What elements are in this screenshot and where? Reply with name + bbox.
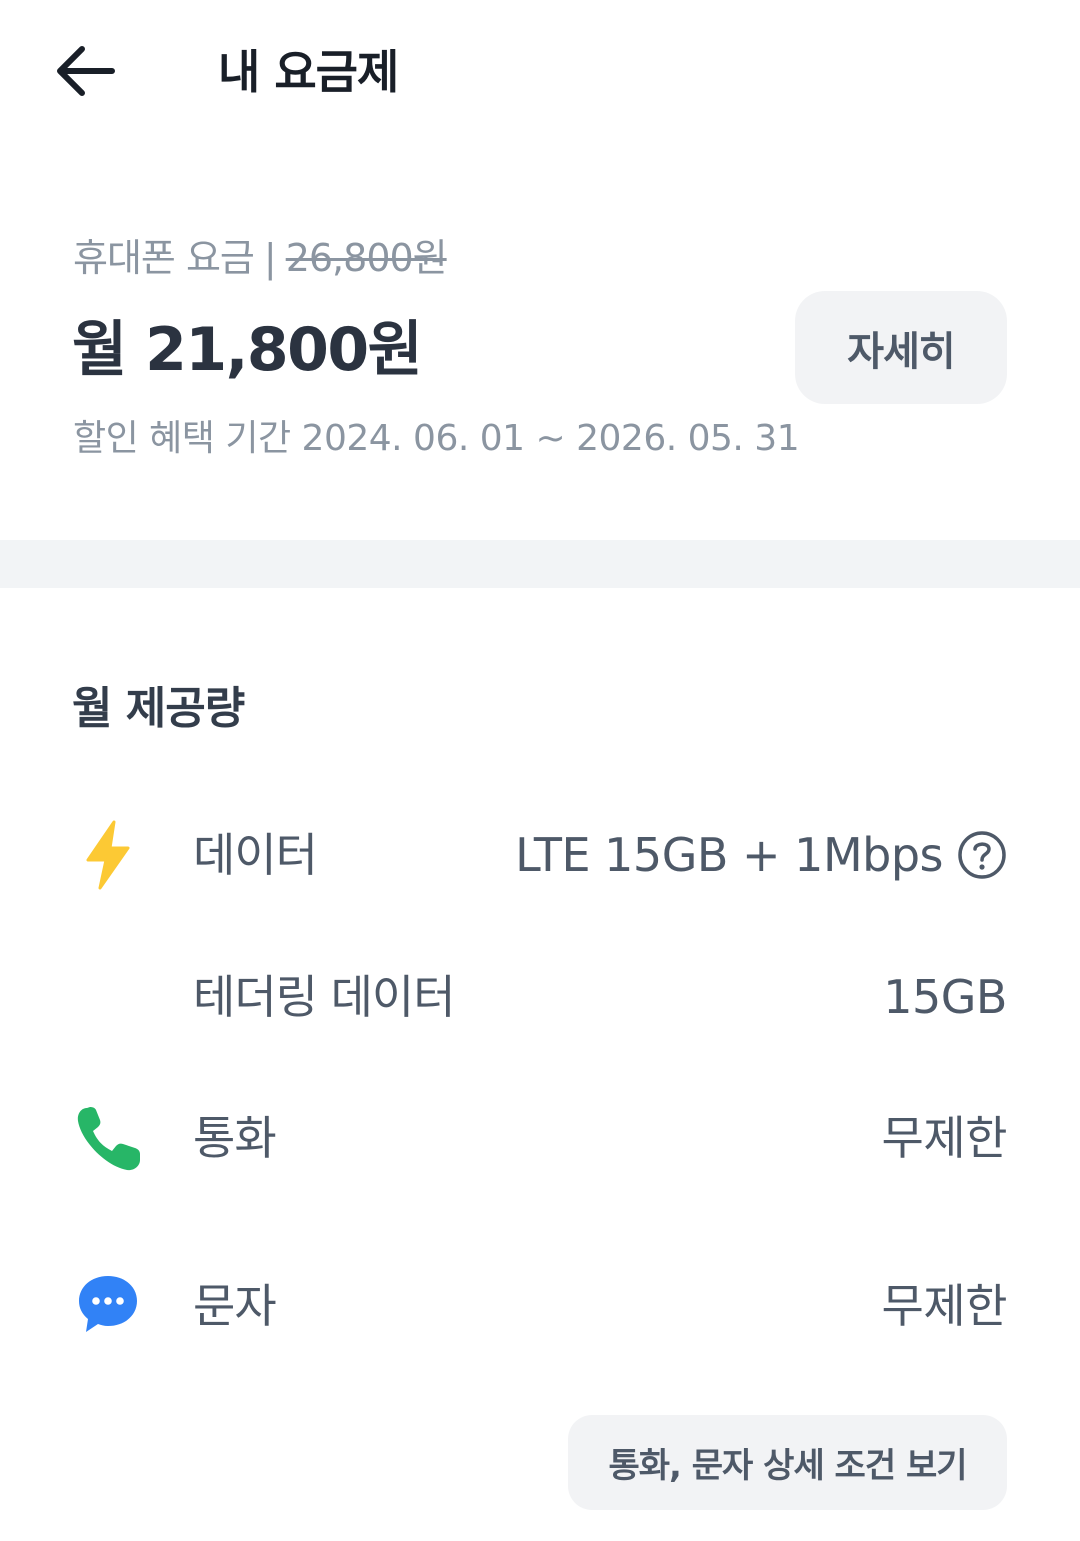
lightning-icon — [70, 817, 146, 893]
monthly-price: 월 21,800원 — [72, 315, 423, 385]
sms-value: 무제한 — [881, 1279, 1008, 1333]
condition-detail-button[interactable]: 통화, 문자 상세 조건 보기 — [568, 1415, 1007, 1510]
discount-period: 할인 혜택 기간 2024. 06. 01 ~ 2026. 05. 31 — [73, 418, 800, 459]
allowance-row-tethering: 테더링 데이터 15GB — [0, 952, 1080, 1042]
fee-label-row: 휴대폰 요금 | 26,800원 — [73, 230, 448, 286]
sms-label: 문자 — [193, 1279, 277, 1333]
question-circle-icon[interactable] — [957, 830, 1007, 880]
call-value: 무제한 — [881, 1111, 1008, 1165]
arrow-left-icon — [54, 45, 116, 101]
allowance-row-call: 통화 무제한 — [0, 1093, 1080, 1183]
tethering-label: 테더링 데이터 — [193, 970, 456, 1024]
fee-section: 휴대폰 요금 | 26,800원 월 21,800원 할인 혜택 기간 2024. … — [0, 200, 1080, 540]
fee-label: 휴대폰 요금 — [73, 236, 255, 280]
header: 내 요금제 — [0, 0, 1080, 150]
data-value: LTE 15GB + 1Mbps — [515, 828, 943, 882]
allowance-title: 월 제공량 — [72, 683, 245, 734]
my-plan-page: 내 요금제 휴대폰 요금 | 26,800원 월 21,800원 할인 혜택 기간 … — [0, 0, 1080, 1541]
page-title: 내 요금제 — [218, 45, 399, 99]
call-label: 통화 — [193, 1111, 277, 1165]
allowance-row-sms: 문자 무제한 — [0, 1261, 1080, 1351]
back-button[interactable] — [50, 40, 120, 106]
allowance-row-data: 데이터 LTE 15GB + 1Mbps — [0, 810, 1080, 900]
tethering-value: 15GB — [883, 970, 1007, 1024]
phone-icon — [70, 1101, 146, 1177]
fee-separator: | — [263, 236, 277, 280]
section-divider — [0, 540, 1080, 588]
data-value-wrap: LTE 15GB + 1Mbps — [515, 823, 1007, 887]
detail-button[interactable]: 자세히 — [795, 291, 1007, 404]
data-label: 데이터 — [193, 828, 318, 882]
original-price: 26,800원 — [285, 236, 448, 280]
chat-bubble-icon — [70, 1267, 146, 1343]
